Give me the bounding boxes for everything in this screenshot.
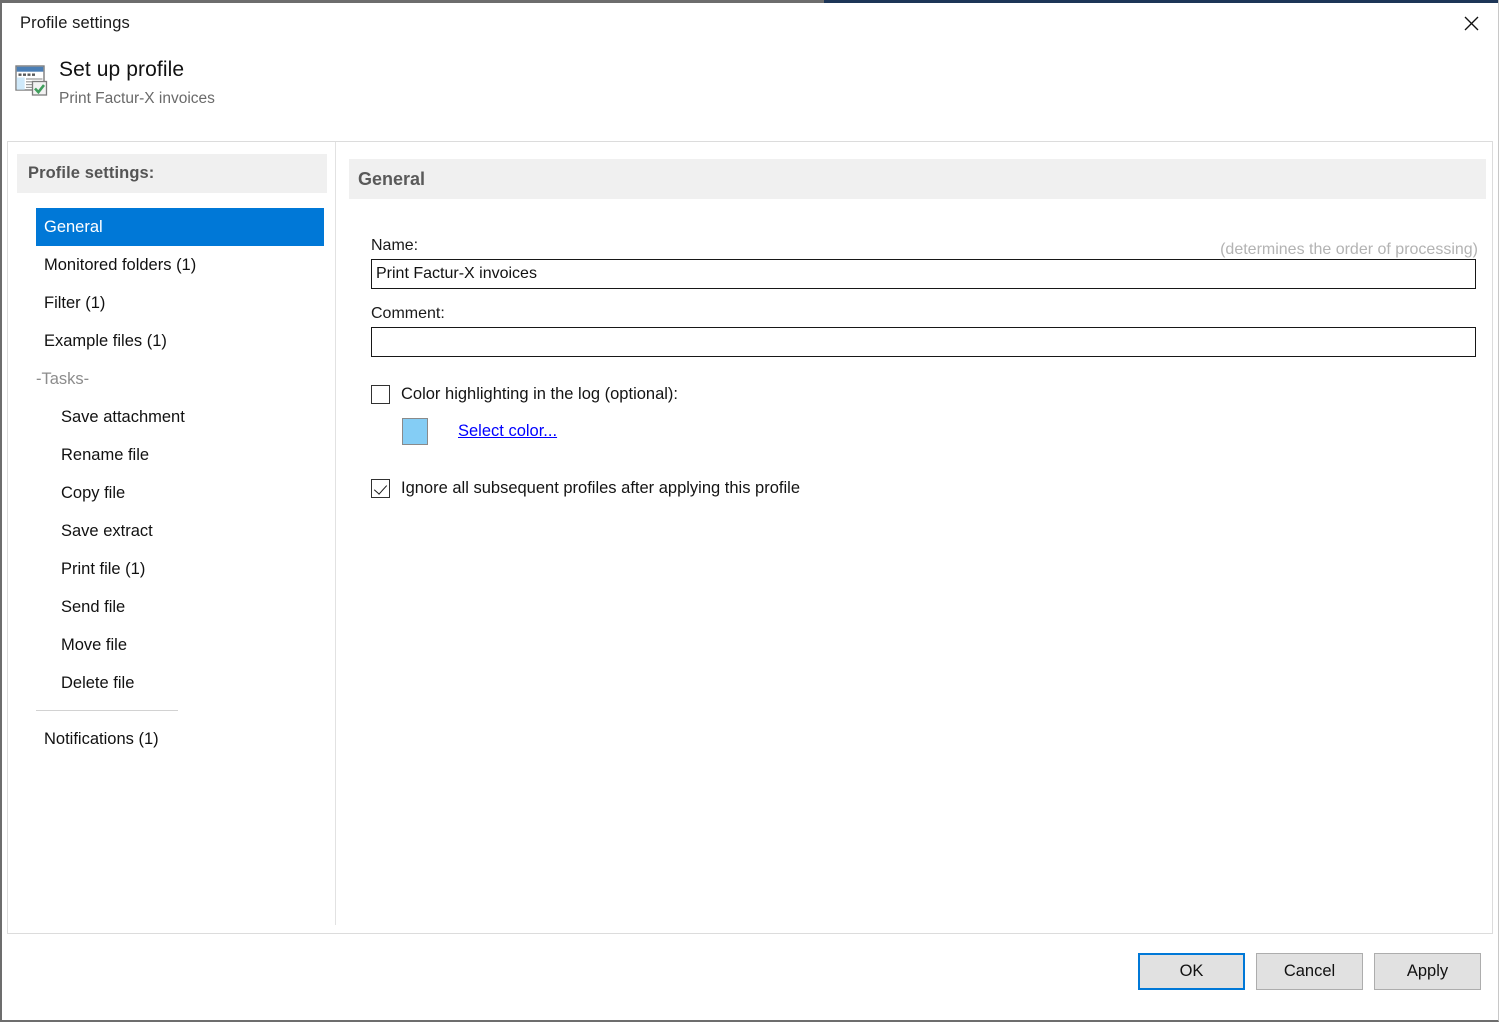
dialog-header-subtitle: Print Factur-X invoices [59,90,215,108]
sidebar-item-copy-file[interactable]: Copy file [8,474,335,512]
footer-button-bar: OK Cancel Apply [1138,953,1481,990]
comment-input[interactable] [371,327,1476,357]
sidebar-header: Profile settings: [17,154,327,193]
dialog-header-title: Set up profile [59,58,184,82]
sidebar-item-notifications[interactable]: Notifications (1) [8,720,335,758]
ignore-profiles-checkbox[interactable] [371,479,390,498]
name-input[interactable] [371,259,1476,289]
name-label-row: Name: (determines the order of processin… [371,237,1478,259]
comment-label: Comment: [371,305,1478,323]
sidebar-item-label: Move file [61,636,127,655]
close-button[interactable] [1444,3,1498,43]
sidebar-item-label: Send file [61,598,125,617]
sidebar-item-rename-file[interactable]: Rename file [8,436,335,474]
sidebar-item-label: Notifications (1) [44,730,159,749]
sidebar-header-label: Profile settings: [28,164,154,183]
sidebar-item-label: General [44,218,103,237]
sidebar-group-tasks: -Tasks- [8,360,335,398]
content-header: General [349,159,1486,199]
sidebar-item-filter[interactable]: Filter (1) [8,284,335,322]
settings-frame: Profile settings: General Monitored fold… [7,141,1493,934]
sidebar-nav-list: General Monitored folders (1) Filter (1)… [8,208,335,758]
name-hint: (determines the order of processing) [1220,241,1478,259]
sidebar-item-label: Rename file [61,446,149,465]
sidebar-item-label: Save attachment [61,408,185,427]
close-icon [1464,16,1479,31]
profile-window-check-icon [13,61,49,97]
form-spacer [371,289,1478,305]
sidebar-group-label: -Tasks- [36,370,89,389]
ok-button[interactable]: OK [1138,953,1245,990]
ignore-profiles-label: Ignore all subsequent profiles after app… [401,479,800,498]
window-title: Profile settings [20,14,130,33]
ignore-profiles-checkbox-row[interactable]: Ignore all subsequent profiles after app… [371,479,1478,498]
sidebar-item-delete-file[interactable]: Delete file [8,664,335,702]
sidebar-item-save-attachment[interactable]: Save attachment [8,398,335,436]
sidebar-divider [36,710,178,711]
general-settings-form: Name: (determines the order of processin… [371,237,1478,498]
sidebar-content-divider [335,142,336,925]
title-bar: Profile settings [2,3,1498,47]
color-swatch[interactable] [402,418,428,445]
name-label: Name: [371,237,418,255]
sidebar-item-print-file[interactable]: Print file (1) [8,550,335,588]
select-color-link[interactable]: Select color... [458,422,557,441]
sidebar-item-general[interactable]: General [36,208,324,246]
sidebar-item-label: Print file (1) [61,560,145,579]
sidebar-item-label: Copy file [61,484,125,503]
dialog-header: Set up profile Print Factur-X invoices [2,47,1498,132]
sidebar-item-monitored-folders[interactable]: Monitored folders (1) [8,246,335,284]
sidebar-item-save-extract[interactable]: Save extract [8,512,335,550]
sidebar-item-move-file[interactable]: Move file [8,626,335,664]
sidebar-item-send-file[interactable]: Send file [8,588,335,626]
sidebar-item-label: Monitored folders (1) [44,256,196,275]
sidebar-item-label: Filter (1) [44,294,105,313]
sidebar-item-label: Example files (1) [44,332,167,351]
sidebar: Profile settings: General Monitored fold… [8,142,335,933]
content-pane: General Name: (determines the order of p… [349,142,1492,933]
color-highlight-label: Color highlighting in the log (optional)… [401,385,678,404]
sidebar-item-example-files[interactable]: Example files (1) [8,322,335,360]
color-highlight-checkbox-row[interactable]: Color highlighting in the log (optional)… [371,385,1478,404]
profile-settings-dialog: Profile settings [0,0,1499,1022]
sidebar-item-label: Save extract [61,522,153,541]
cancel-button[interactable]: Cancel [1256,953,1363,990]
color-highlight-checkbox[interactable] [371,385,390,404]
color-select-row: Select color... [402,418,1478,445]
dialog-footer: OK Cancel Apply [2,934,1498,1020]
content-header-label: General [358,169,425,190]
sidebar-item-label: Delete file [61,674,134,693]
apply-button[interactable]: Apply [1374,953,1481,990]
